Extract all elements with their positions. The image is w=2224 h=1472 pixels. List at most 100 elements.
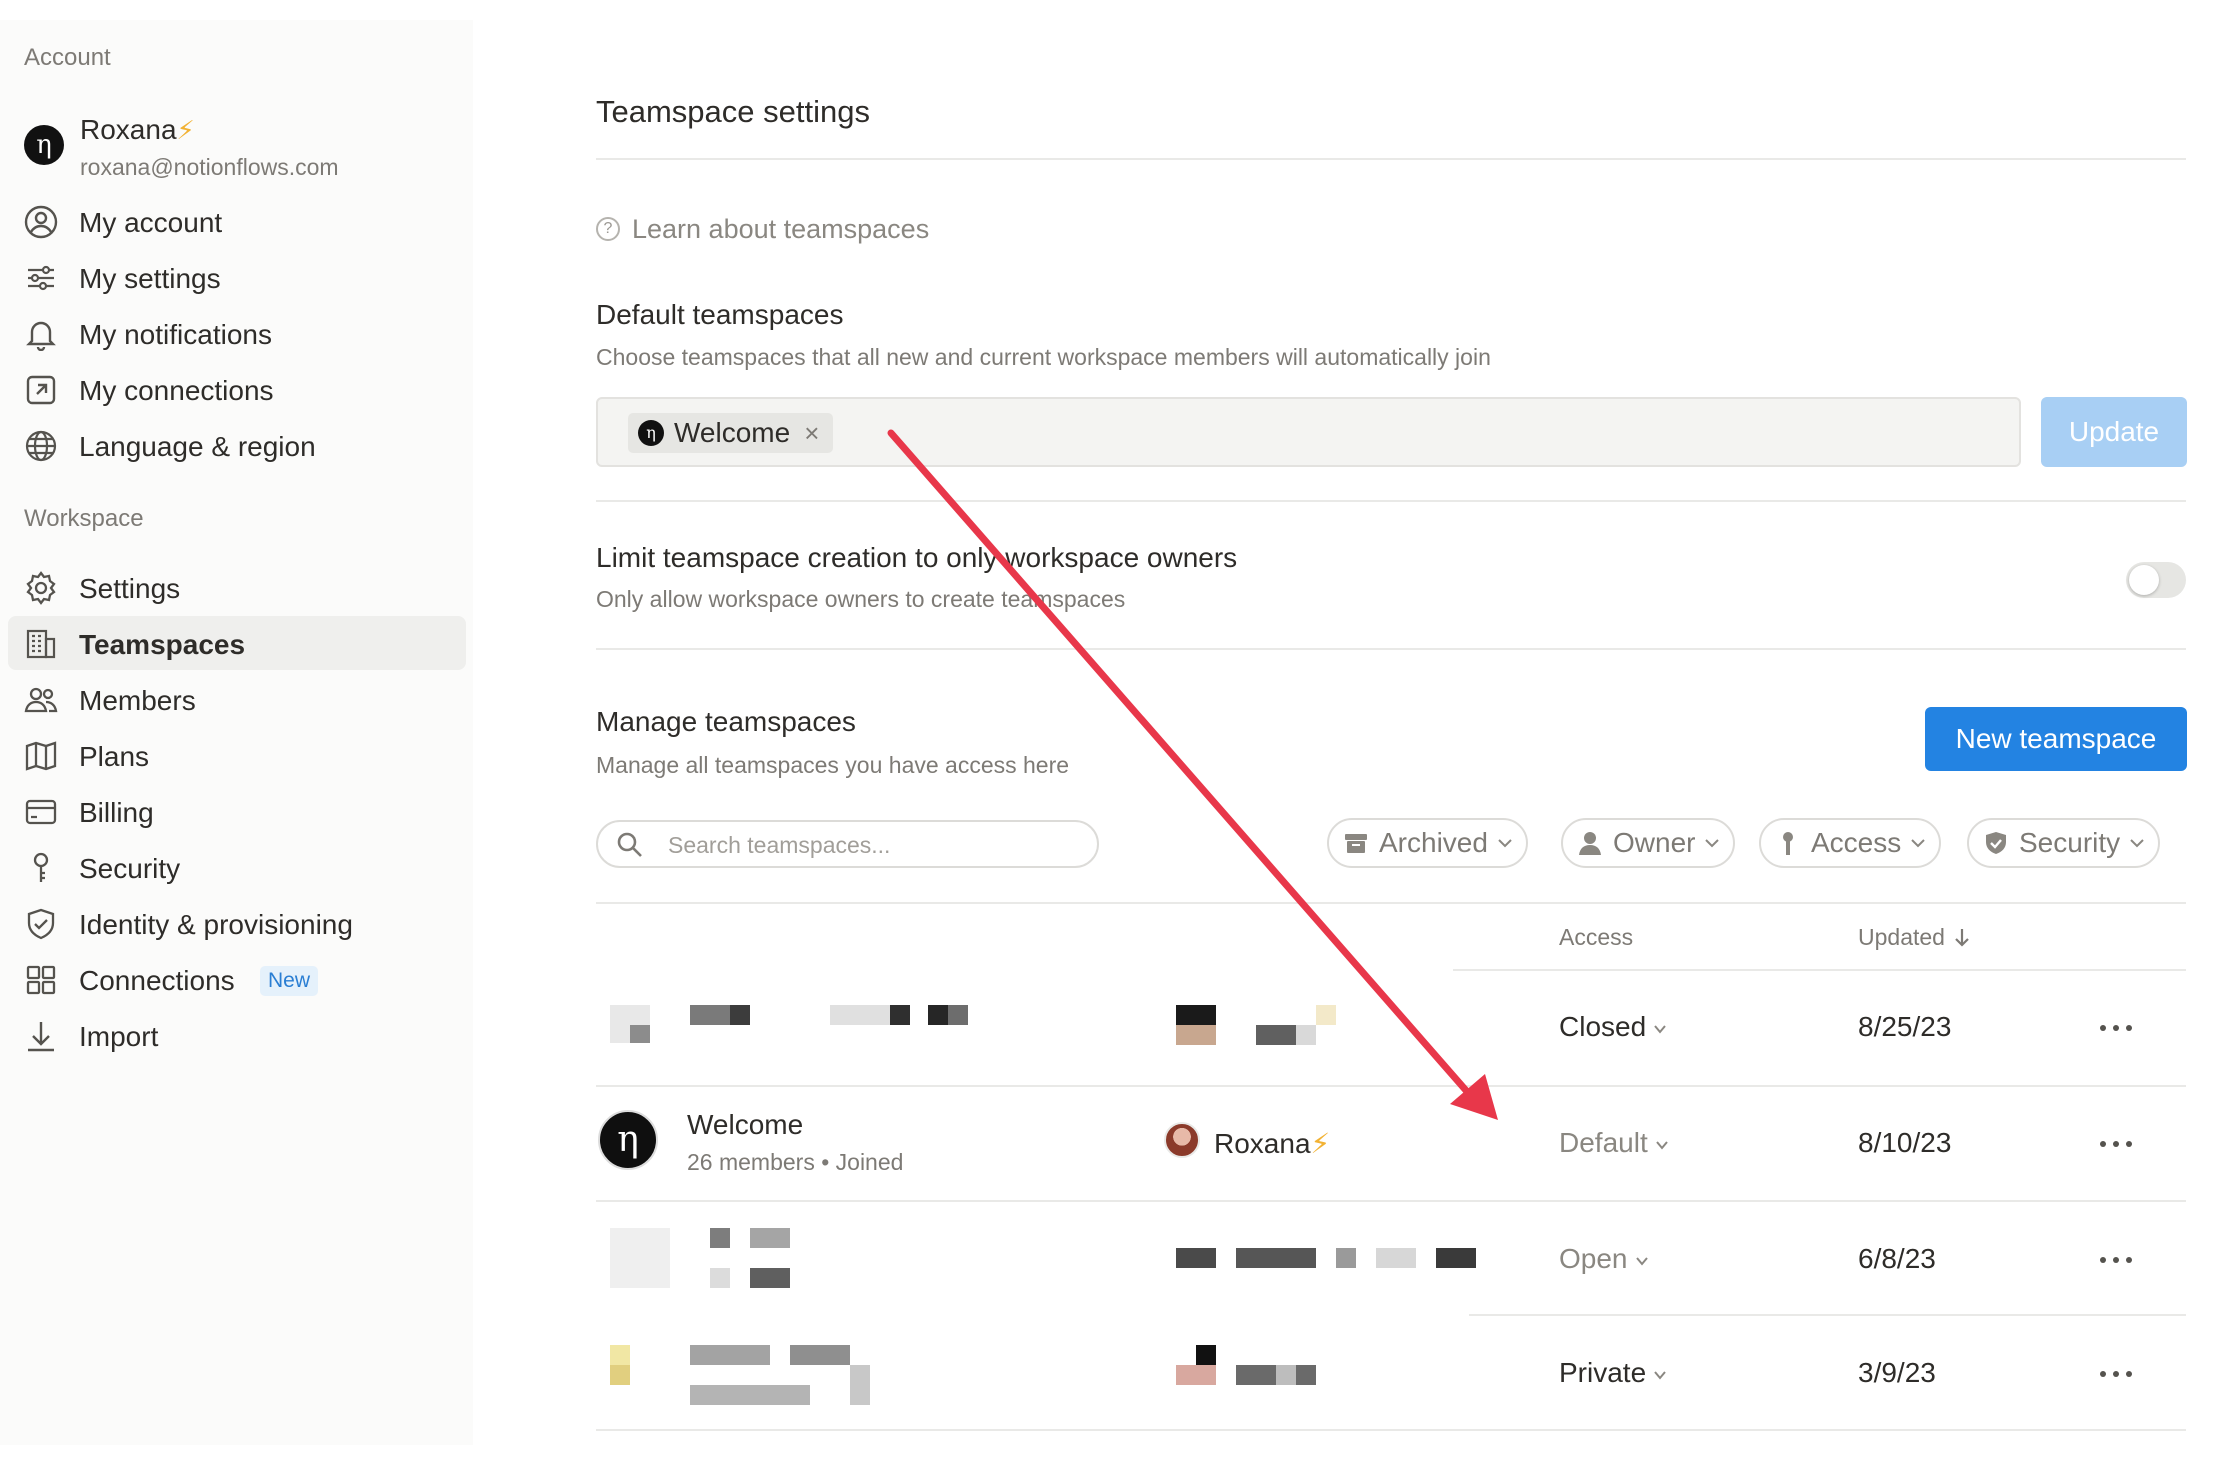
chevron-down-icon bbox=[1654, 1370, 1666, 1380]
map-icon bbox=[25, 741, 57, 771]
owner-avatar bbox=[1164, 1122, 1200, 1158]
sidebar-item-my-notifications[interactable]: My notifications bbox=[8, 306, 466, 360]
divider bbox=[596, 1429, 2186, 1431]
default-teamspaces-input[interactable]: η Welcome × bbox=[596, 397, 2021, 467]
close-icon[interactable]: × bbox=[804, 418, 819, 449]
key-icon bbox=[1783, 832, 1793, 855]
more-icon[interactable] bbox=[2096, 1134, 2136, 1154]
default-teamspaces-title: Default teamspaces bbox=[596, 299, 844, 330]
access-dropdown[interactable]: Closed bbox=[1559, 1011, 1668, 1043]
teamspace-meta: 26 members • Joined bbox=[687, 1149, 904, 1175]
chevron-down-icon bbox=[1498, 839, 1512, 848]
sidebar-item-label: Billing bbox=[79, 797, 154, 828]
sidebar-item-label: Language & region bbox=[79, 431, 316, 462]
more-icon[interactable] bbox=[2096, 1250, 2136, 1270]
column-header-access[interactable]: Access bbox=[1559, 924, 1633, 951]
divider bbox=[596, 500, 2186, 502]
divider bbox=[596, 648, 2186, 650]
sidebar-item-label: Members bbox=[79, 685, 196, 716]
globe-icon bbox=[25, 430, 57, 462]
sidebar-item-settings[interactable]: Settings bbox=[8, 560, 466, 614]
updated-date: 8/25/23 bbox=[1858, 1011, 1952, 1042]
user-avatar: η bbox=[24, 125, 64, 165]
external-link-icon bbox=[26, 375, 56, 405]
main-panel: Teamspace settings ? Learn about teamspac… bbox=[596, 0, 2187, 1472]
more-icon[interactable] bbox=[2096, 1364, 2136, 1384]
limit-creation-description: Only allow workspace owners to create te… bbox=[596, 586, 1126, 612]
person-icon bbox=[1579, 832, 1601, 855]
learn-link[interactable]: ? Learn about teamspaces bbox=[596, 214, 929, 245]
update-button[interactable]: Update bbox=[2041, 397, 2187, 467]
archive-icon bbox=[1345, 834, 1367, 853]
sidebar-item-label: Plans bbox=[79, 741, 150, 772]
more-icon[interactable] bbox=[2096, 1018, 2136, 1038]
sidebar-item-security[interactable]: Security bbox=[8, 840, 466, 894]
divider bbox=[596, 1085, 2186, 1087]
sidebar-item-my-settings[interactable]: My settings bbox=[8, 250, 466, 304]
owner-name: Roxana⚡ bbox=[1214, 1128, 1331, 1159]
shield-icon bbox=[1986, 832, 2006, 854]
new-badge: New bbox=[260, 966, 319, 996]
sidebar-item-members[interactable]: Members bbox=[8, 672, 466, 726]
limit-creation-toggle[interactable] bbox=[2126, 562, 2186, 598]
search-box[interactable] bbox=[596, 820, 1099, 868]
download-icon bbox=[28, 1022, 54, 1052]
sidebar-item-language-region[interactable]: Language & region bbox=[8, 418, 466, 472]
chevron-down-icon bbox=[1655, 1140, 1668, 1150]
sidebar-item-connections[interactable]: Connections New bbox=[8, 952, 466, 1006]
limit-creation-title: Limit teamspace creation to only workspa… bbox=[596, 542, 1238, 573]
sidebar-item-label: My notifications bbox=[79, 319, 272, 350]
sidebar-item-label: My account bbox=[79, 207, 223, 238]
chevron-down-icon bbox=[1911, 839, 1925, 848]
new-teamspace-button[interactable]: New teamspace bbox=[1925, 707, 2187, 771]
access-dropdown[interactable]: Private bbox=[1559, 1357, 1668, 1389]
bolt-icon: ⚡ bbox=[176, 115, 195, 145]
sidebar-item-label: Teamspaces bbox=[79, 629, 246, 660]
toggle-knob bbox=[2129, 565, 2159, 595]
card-icon bbox=[25, 799, 57, 825]
access-dropdown[interactable]: Default bbox=[1559, 1127, 1670, 1159]
sidebar-item-teamspaces[interactable]: Teamspaces bbox=[8, 616, 466, 670]
access-dropdown[interactable]: Open bbox=[1559, 1243, 1650, 1275]
filter-security[interactable]: Security bbox=[1967, 818, 2161, 868]
column-header-updated[interactable]: Updated bbox=[1858, 924, 1973, 951]
grid-icon bbox=[26, 965, 56, 995]
chevron-down-icon bbox=[2130, 839, 2144, 848]
sidebar-item-my-account[interactable]: My account bbox=[8, 194, 466, 248]
sidebar-item-label: My connections bbox=[79, 375, 274, 406]
teamspace-name[interactable]: Welcome bbox=[687, 1109, 803, 1141]
user-circle-icon bbox=[24, 205, 58, 239]
manage-teamspaces-description: Manage all teamspaces you have access he… bbox=[596, 752, 1070, 778]
sidebar-item-identity-provisioning[interactable]: Identity & provisioning bbox=[8, 896, 466, 950]
filter-archived[interactable]: Archived bbox=[1327, 818, 1528, 868]
people-icon bbox=[24, 687, 58, 713]
chevron-down-icon bbox=[1635, 1256, 1648, 1266]
filter-access[interactable]: Access bbox=[1759, 818, 1942, 868]
teamspace-chip: η Welcome × bbox=[628, 413, 834, 453]
gear-icon bbox=[26, 571, 56, 605]
updated-date: 6/8/23 bbox=[1858, 1243, 1936, 1274]
sidebar-item-label: My settings bbox=[79, 263, 221, 294]
sidebar-item-label: Import bbox=[79, 1021, 159, 1052]
user-name: Roxana⚡ bbox=[80, 114, 195, 145]
sidebar-item-my-connections[interactable]: My connections bbox=[8, 362, 466, 416]
user-email: roxana@notionflows.com bbox=[80, 154, 339, 180]
sidebar-item-label: Security bbox=[79, 853, 181, 884]
sidebar-item-billing[interactable]: Billing bbox=[8, 784, 466, 838]
sidebar: Account η Roxana⚡ roxana@notionflows.com… bbox=[0, 20, 473, 1445]
search-input[interactable] bbox=[668, 830, 1068, 860]
chevron-down-icon bbox=[1654, 1024, 1666, 1034]
welcome-avatar: η bbox=[638, 420, 664, 446]
divider bbox=[1469, 1314, 2186, 1316]
sidebar-item-import[interactable]: Import bbox=[8, 1008, 466, 1062]
shield-icon bbox=[27, 908, 55, 940]
arrow-down-icon bbox=[1955, 928, 1970, 947]
page-title: Teamspace settings bbox=[596, 94, 870, 129]
sidebar-item-plans[interactable]: Plans bbox=[8, 728, 466, 782]
filter-owner[interactable]: Owner bbox=[1561, 818, 1736, 868]
sidebar-item-label: Identity & provisioning bbox=[79, 909, 353, 940]
question-icon: ? bbox=[596, 216, 620, 241]
chevron-down-icon bbox=[1705, 839, 1720, 848]
workspace-heading: Workspace bbox=[24, 505, 144, 532]
profile-card: η Roxana⚡ roxana@notionflows.com bbox=[24, 98, 444, 188]
